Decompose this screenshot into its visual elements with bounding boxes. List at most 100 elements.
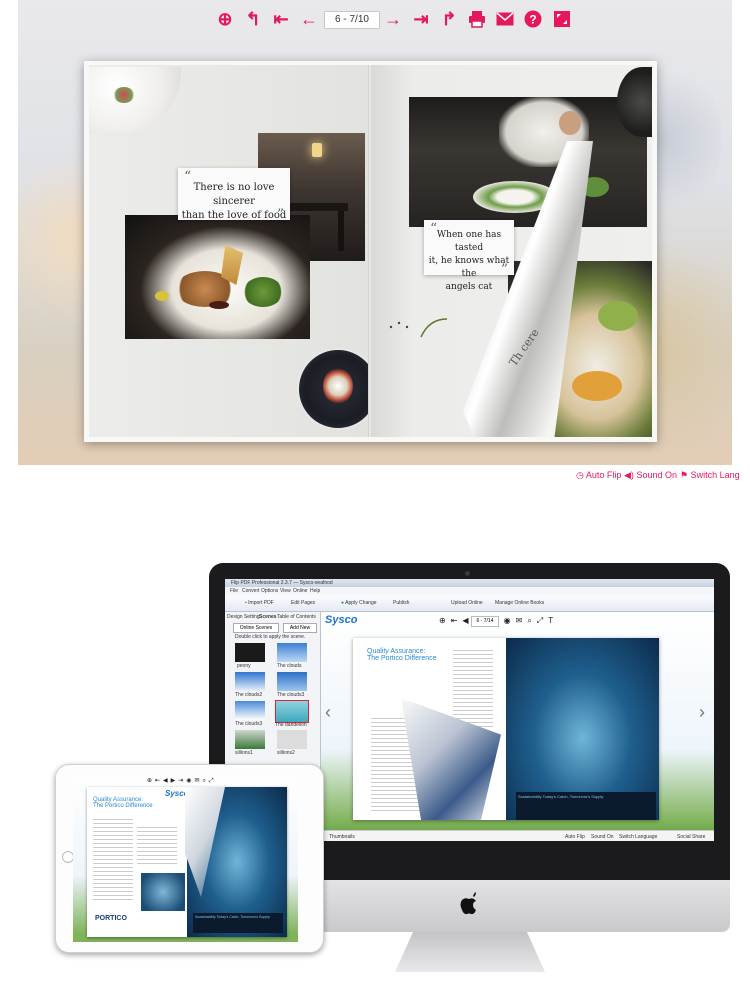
tab-table-of-contents[interactable]: Table of Contents xyxy=(277,614,316,620)
viewer-toolbar: ⊕ ↰ ⇤ ← 6 - 7/10 → ⇥ ↱ ? xyxy=(18,8,732,32)
preview-book[interactable]: Quality Assurance: The Portico Differenc… xyxy=(353,638,659,820)
sound-on-button[interactable]: ◀) Sound On xyxy=(624,466,677,484)
manage-online-books-label: Manage Online Books xyxy=(495,600,545,606)
add-new-button[interactable]: Add New xyxy=(283,623,317,633)
switch-language-button[interactable]: ⚑ Switch Lang xyxy=(680,466,750,484)
menu-options[interactable]: Options xyxy=(261,588,278,594)
scene-label: The clouds xyxy=(277,663,302,669)
camera-icon xyxy=(465,571,470,576)
title-line: The Portico Difference xyxy=(367,655,437,662)
ipad-book[interactable]: Quality Assurance: The Portico Differenc… xyxy=(87,787,287,937)
manage-online-books-button[interactable]: Manage Online Books xyxy=(495,600,544,606)
pdf-icon: ▪ xyxy=(245,600,247,606)
online-scenes-button[interactable]: Online Scenes xyxy=(233,623,279,633)
share-icon[interactable]: ↱ xyxy=(438,8,460,30)
check-icon: ● xyxy=(341,600,345,606)
help-icon[interactable]: ? xyxy=(522,8,544,30)
quote-text: When one has tasted it, he knows what th… xyxy=(424,220,514,294)
quote-line: There is no love sincerer xyxy=(193,182,275,207)
first-page-icon[interactable]: ⇤ xyxy=(270,8,292,30)
prev-page-icon[interactable]: ← xyxy=(298,8,320,30)
flipbook[interactable]: “ There is no love sincerer than the lov… xyxy=(84,61,657,442)
apple-logo-icon xyxy=(460,892,476,915)
edit-pages-button[interactable]: Edit Pages xyxy=(291,600,315,606)
curl-text: Th cere xyxy=(506,326,542,369)
menu-online[interactable]: Online xyxy=(293,588,307,594)
tab-design-setting[interactable]: Design Setting xyxy=(227,614,260,620)
apply-change-button[interactable]: ● Apply Change xyxy=(341,600,377,606)
portico-logo: PORTICO xyxy=(95,915,127,922)
quote-line: When one has tasted xyxy=(436,230,502,253)
round-dish-photo xyxy=(297,348,379,430)
tab-scenes[interactable]: Scenes xyxy=(259,614,277,620)
title-line: The Portico Difference xyxy=(93,803,153,809)
publish-button[interactable]: Publish xyxy=(393,600,409,606)
window-title: Flip PDF Professional 2.3.7 — Sysco-seaf… xyxy=(231,580,333,586)
speaker-icon: ◀) xyxy=(624,470,634,480)
fish-photo xyxy=(141,873,185,911)
sound-on-button[interactable]: Sound On xyxy=(591,834,614,840)
panel-tabs: Design Setting Scenes Table of Contents xyxy=(227,613,319,621)
email-icon[interactable] xyxy=(494,8,516,30)
next-arrow-icon[interactable]: › xyxy=(699,702,705,723)
switch-language-button[interactable]: Switch Language xyxy=(619,834,657,840)
scene-label: The clouds3 xyxy=(277,692,305,698)
text-column xyxy=(93,819,133,901)
last-page-icon[interactable]: ⇥ xyxy=(410,8,432,30)
scene-thumb[interactable] xyxy=(277,730,307,749)
auto-flip-button[interactable]: Auto Flip xyxy=(565,834,585,840)
thumbnails-button[interactable]: Thumbnails xyxy=(329,834,355,840)
undo-icon[interactable]: ↰ xyxy=(242,8,264,30)
scene-label: sillions1 xyxy=(235,750,253,756)
prev-arrow-icon[interactable]: ‹ xyxy=(325,702,331,723)
switch-language-label: Switch Lang xyxy=(690,470,740,480)
preview-page-input[interactable]: 6 - 7/14 xyxy=(471,616,499,627)
right-page[interactable]: “ When one has tasted it, he knows what … xyxy=(371,65,652,437)
fullscreen-icon[interactable] xyxy=(551,8,573,30)
scene-thumb[interactable] xyxy=(235,643,265,662)
scene-thumb[interactable] xyxy=(235,730,265,749)
open-quote-icon: “ xyxy=(430,221,438,237)
quote-line: angels cat xyxy=(445,282,493,292)
menu-view[interactable]: View xyxy=(280,588,291,594)
sysco-logo: Sysco xyxy=(325,614,358,626)
quote-line: than the love of food xyxy=(181,210,287,221)
scene-thumb[interactable] xyxy=(235,672,265,691)
import-pdf-label: Import PDF xyxy=(248,600,274,606)
scene-thumb[interactable] xyxy=(277,672,307,691)
plate-photo xyxy=(89,67,181,133)
edit-pages-label: Edit Pages xyxy=(291,600,316,606)
ipad-toolbar[interactable]: ⊕⇤◀▶⇥◉✉⌕⤢ xyxy=(147,777,217,785)
scene-label: sillions2 xyxy=(277,750,295,756)
zoom-in-icon[interactable]: ⊕ xyxy=(214,8,236,30)
close-quote-icon: ” xyxy=(500,262,508,278)
scene-thumb[interactable] xyxy=(277,643,307,662)
quote-text: There is no love sincerer than the love … xyxy=(178,168,290,223)
ocean-photo: Sustainability Today's Catch, Tomorrow's… xyxy=(506,638,659,820)
imac-stand xyxy=(395,932,545,972)
menu-convert[interactable]: Convert xyxy=(242,588,260,594)
print-icon[interactable] xyxy=(466,8,488,30)
food-photo xyxy=(125,215,310,339)
page-number-input[interactable]: 6 - 7/10 xyxy=(324,11,380,29)
scene-thumb-selected[interactable] xyxy=(275,700,309,723)
ipad-screen: ⊕⇤◀▶⇥◉✉⌕⤢ Quality Assurance: The Portico… xyxy=(73,775,298,942)
auto-flip-label: Auto Flip xyxy=(585,470,622,480)
scene-thumb[interactable] xyxy=(235,701,265,720)
upload-online-button[interactable]: Upload Online xyxy=(451,600,483,606)
quote-card-left: “ There is no love sincerer than the lov… xyxy=(178,168,290,223)
left-page[interactable]: “ There is no love sincerer than the lov… xyxy=(89,65,379,437)
scene-label: The dandelion xyxy=(275,722,307,728)
menu-file[interactable]: File xyxy=(230,588,238,594)
sound-on-label: Sound On xyxy=(636,470,677,480)
article-title: Sustainability Today's Catch, Tomorrow's… xyxy=(516,792,656,820)
menu-help[interactable]: Help xyxy=(310,588,320,594)
open-quote-icon: “ xyxy=(184,169,192,185)
flipbook-viewer: ⊕ ↰ ⇤ ← 6 - 7/10 → ⇥ ↱ ? “ There is no l… xyxy=(18,0,732,465)
article-title: Sustainability Today's Catch, Tomorrow's… xyxy=(193,913,283,933)
import-pdf-button[interactable]: ▪ Import PDF xyxy=(245,600,274,606)
next-page-icon[interactable]: → xyxy=(382,8,404,30)
social-share-button[interactable]: Social Share xyxy=(677,834,705,840)
text-column xyxy=(453,650,493,730)
auto-flip-button[interactable]: ◷ Auto Flip xyxy=(576,466,621,484)
